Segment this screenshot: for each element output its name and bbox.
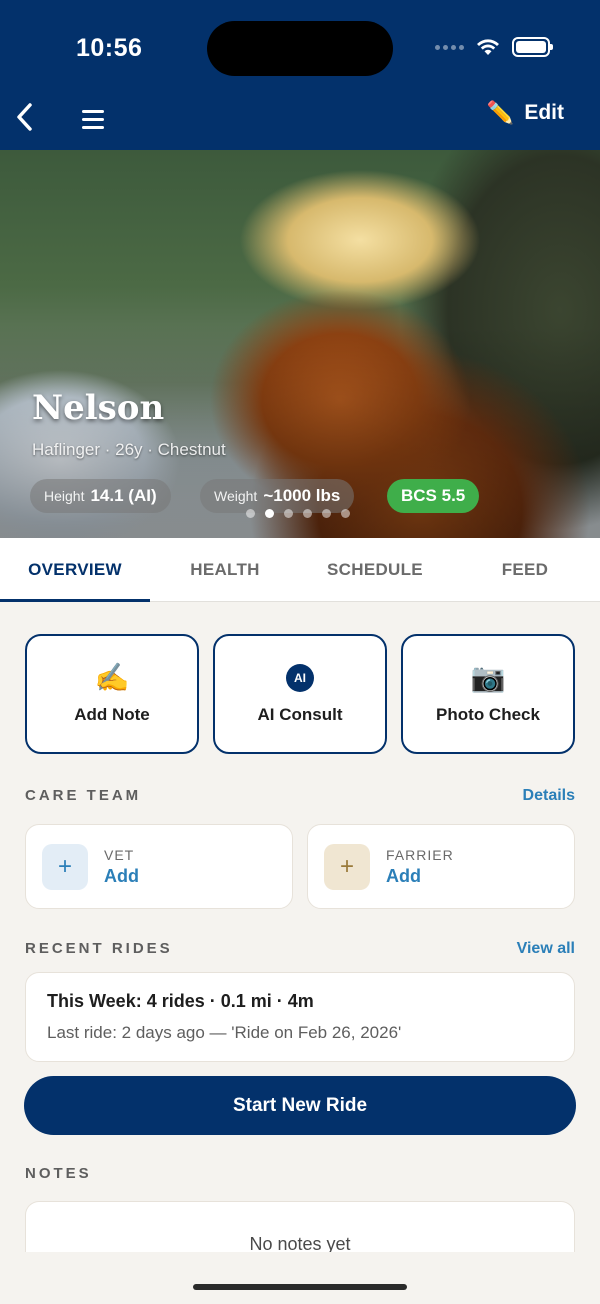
- recent-rides-view-all-link[interactable]: View all: [517, 940, 575, 958]
- plus-icon: +: [42, 843, 88, 890]
- carousel-dot[interactable]: [303, 509, 312, 518]
- horse-name: Nelson: [32, 388, 165, 428]
- cellular-signal-icon: [435, 44, 464, 50]
- plus-icon: +: [324, 843, 370, 890]
- status-time: 10:56: [76, 34, 143, 62]
- notes-heading: NOTES: [25, 1165, 92, 1182]
- horse-hero-photo[interactable]: Nelson Haflinger · 26y · Chestnut Height…: [0, 150, 600, 538]
- farrier-card[interactable]: + FARRIER Add: [307, 824, 575, 909]
- menu-button[interactable]: [82, 106, 108, 132]
- last-ride-text: Last ride: 2 days ago — 'Ride on Feb 26,…: [47, 1023, 402, 1042]
- tab-feed[interactable]: FEED: [450, 538, 600, 601]
- care-team-details-link[interactable]: Details: [523, 787, 575, 805]
- photo-check-button[interactable]: 📷 Photo Check: [401, 634, 575, 754]
- vet-card[interactable]: + VET Add: [25, 824, 293, 909]
- carousel-dot[interactable]: [341, 509, 350, 518]
- weight-pill: Weight ~1000 lbs: [200, 479, 355, 513]
- photo-check-label: Photo Check: [436, 705, 540, 724]
- edit-button[interactable]: ✏️ Edit: [487, 100, 564, 126]
- dynamic-island: [207, 21, 393, 76]
- pencil-icon: ✏️: [486, 100, 515, 125]
- rides-summary-card[interactable]: This Week: 4 rides · 0.1 mi · 4m Last ri…: [25, 972, 575, 1062]
- carousel-dot[interactable]: [322, 509, 331, 518]
- carousel-dot[interactable]: [284, 509, 293, 518]
- bottom-safe-area: [0, 1252, 600, 1304]
- ai-horse-icon: AI: [286, 664, 314, 692]
- hamburger-icon: [82, 109, 104, 113]
- tab-health[interactable]: HEALTH: [150, 538, 300, 601]
- back-button[interactable]: [10, 98, 38, 136]
- care-team-heading: CARE TEAM: [25, 787, 142, 804]
- edit-label: Edit: [524, 101, 564, 124]
- farrier-add-link[interactable]: Add: [386, 866, 454, 887]
- carousel-dot[interactable]: [246, 509, 255, 518]
- writing-hand-icon: ✍️: [94, 662, 130, 693]
- tab-schedule[interactable]: SCHEDULE: [300, 538, 450, 601]
- height-pill: Height 14.1 (AI): [30, 479, 171, 513]
- start-new-ride-button[interactable]: Start New Ride: [24, 1076, 576, 1135]
- horse-subtitle: Haflinger · 26y · Chestnut: [32, 440, 226, 459]
- vet-role: VET: [104, 846, 135, 863]
- vet-add-link[interactable]: Add: [104, 866, 139, 887]
- photo-carousel-dots[interactable]: [246, 509, 350, 518]
- add-note-button[interactable]: ✍️ Add Note: [25, 634, 199, 754]
- farrier-role: FARRIER: [386, 846, 454, 863]
- battery-icon: [512, 37, 553, 57]
- ai-consult-button[interactable]: AI AI Consult: [213, 634, 387, 754]
- carousel-dot-active[interactable]: [265, 509, 274, 518]
- camera-icon: 📷: [470, 662, 506, 693]
- app-header: 10:56 ✏️ Edit: [0, 0, 600, 150]
- tab-overview[interactable]: OVERVIEW: [0, 538, 150, 602]
- bcs-badge: BCS 5.5: [387, 479, 480, 513]
- home-indicator[interactable]: [193, 1284, 407, 1290]
- tab-bar: OVERVIEW HEALTH SCHEDULE FEED: [0, 538, 600, 602]
- ai-consult-label: AI Consult: [257, 705, 343, 724]
- rides-week-summary: This Week: 4 rides · 0.1 mi · 4m: [47, 991, 314, 1011]
- add-note-label: Add Note: [74, 705, 150, 724]
- chevron-left-icon: [17, 103, 32, 131]
- wifi-icon: [477, 39, 499, 55]
- recent-rides-heading: RECENT RIDES: [25, 940, 173, 957]
- status-icons: [435, 37, 553, 57]
